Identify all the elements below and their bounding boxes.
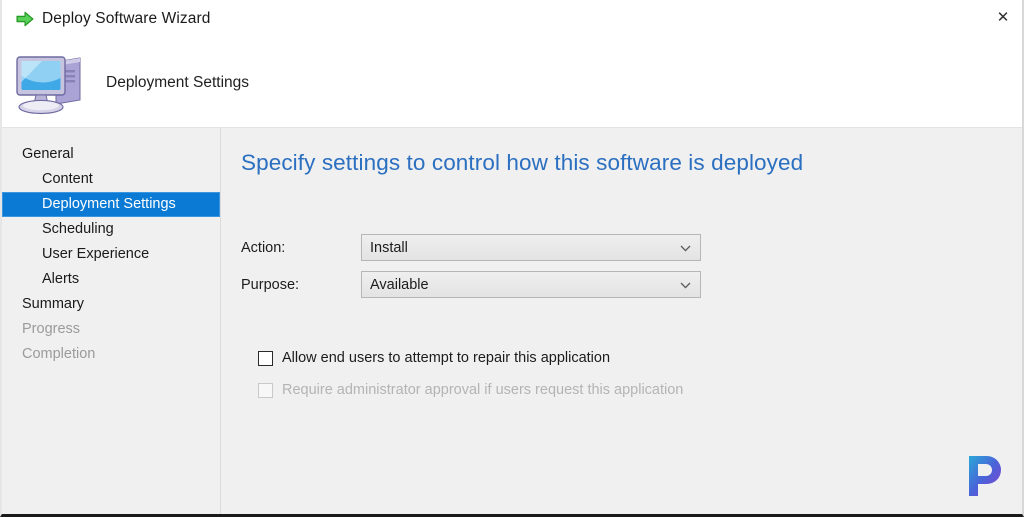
- settings-form: Action: Install Purpose: Available: [241, 234, 1022, 298]
- close-icon[interactable]: ✕: [980, 0, 1022, 34]
- sidebar-item-user-experience[interactable]: User Experience: [2, 242, 220, 267]
- sidebar-item-scheduling[interactable]: Scheduling: [2, 217, 220, 242]
- sidebar-item-summary[interactable]: Summary: [2, 292, 220, 317]
- chevron-down-icon: [680, 245, 691, 252]
- require-approval-checkbox: [258, 382, 273, 398]
- purpose-label: Purpose:: [241, 276, 300, 293]
- wizard-step-navigation: General Content Deployment Settings Sche…: [2, 128, 221, 514]
- titlebar: Deploy Software Wizard ✕: [2, 0, 1022, 38]
- wizard-body: General Content Deployment Settings Sche…: [2, 128, 1022, 514]
- chevron-down-icon: [680, 282, 691, 289]
- content-pane: Specify settings to control how this sof…: [221, 128, 1022, 514]
- deploy-software-wizard-window: Deploy Software Wizard ✕ Deployment Sett…: [0, 0, 1024, 517]
- green-right-arrow-icon: [16, 11, 34, 27]
- sidebar-item-deployment-settings[interactable]: Deployment Settings: [2, 192, 220, 217]
- wizard-header: Deployment Settings: [2, 38, 1022, 128]
- allow-repair-row: Allow end users to attempt to repair thi…: [241, 346, 1022, 370]
- purpose-row: Purpose: Available: [241, 271, 1022, 298]
- sidebar-item-content[interactable]: Content: [2, 167, 220, 192]
- sidebar-item-alerts[interactable]: Alerts: [2, 267, 220, 292]
- require-approval-row: Require administrator approval if users …: [241, 378, 1022, 402]
- page-title: Specify settings to control how this sof…: [241, 150, 804, 175]
- purpose-dropdown[interactable]: Available: [361, 271, 701, 298]
- allow-repair-label: Allow end users to attempt to repair thi…: [282, 350, 611, 366]
- action-dropdown[interactable]: Install: [361, 234, 701, 261]
- allow-repair-checkbox[interactable]: [258, 350, 273, 366]
- require-approval-label: Require administrator approval if users …: [282, 382, 684, 398]
- sidebar-item-progress: Progress: [22, 321, 81, 337]
- purpose-dropdown-value: Available: [370, 276, 429, 293]
- window-title: Deploy Software Wizard: [42, 10, 211, 27]
- header-title: Deployment Settings: [106, 73, 250, 91]
- action-dropdown-value: Install: [370, 239, 408, 256]
- computer-monitor-icon: [16, 55, 81, 114]
- action-label: Action:: [241, 239, 286, 256]
- sidebar-item-general[interactable]: General: [2, 142, 220, 167]
- options-group: Allow end users to attempt to repair thi…: [241, 346, 1022, 402]
- sidebar-item-completion: Completion: [22, 346, 96, 362]
- prajwal-logo-watermark: [969, 456, 1001, 496]
- action-row: Action: Install: [241, 234, 1022, 261]
